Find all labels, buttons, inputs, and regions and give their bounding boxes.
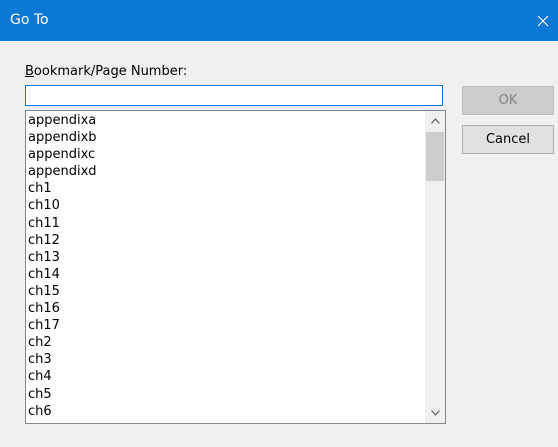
list-item[interactable]: appendixd: [26, 163, 424, 180]
title-bar: Go To: [0, 0, 558, 41]
label-text: ookmark/Page Number:: [33, 64, 188, 79]
list-item[interactable]: ch10: [26, 197, 424, 214]
list-item[interactable]: ch5: [26, 386, 424, 403]
bookmark-page-number-label: Bookmark/Page Number:: [25, 64, 187, 79]
list-item[interactable]: ch6: [26, 403, 424, 420]
go-to-dialog: Go To Bookmark/Page Number: appendixa app…: [0, 0, 558, 447]
list-item[interactable]: ch2: [26, 334, 424, 351]
list-item[interactable]: ch14: [26, 266, 424, 283]
label-accelerator: B: [25, 64, 34, 79]
list-item[interactable]: ch17: [26, 317, 424, 334]
list-item[interactable]: appendixc: [26, 146, 424, 163]
list-item[interactable]: appendixb: [26, 129, 424, 146]
list-item[interactable]: ch11: [26, 215, 424, 232]
list-item[interactable]: ch4: [26, 368, 424, 385]
close-icon: [537, 15, 549, 26]
bookmark-list-items: appendixa appendixb appendixc appendixd ch1 c…: [26, 111, 424, 420]
ok-button[interactable]: OK: [462, 86, 554, 115]
scroll-up-button[interactable]: [425, 111, 445, 131]
list-scrollbar[interactable]: [425, 111, 445, 423]
cancel-button[interactable]: Cancel: [462, 125, 554, 154]
bookmark-page-number-input[interactable]: [25, 85, 443, 106]
list-item[interactable]: ch16: [26, 300, 424, 317]
scroll-down-button[interactable]: [425, 403, 445, 423]
list-item[interactable]: appendixa: [26, 112, 424, 129]
list-item[interactable]: ch15: [26, 283, 424, 300]
list-item[interactable]: ch3: [26, 351, 424, 368]
list-item[interactable]: ch13: [26, 249, 424, 266]
chevron-down-icon: [430, 410, 440, 416]
scroll-thumb[interactable]: [426, 132, 444, 181]
list-item[interactable]: ch1: [26, 180, 424, 197]
chevron-up-icon: [430, 118, 440, 124]
bookmark-list[interactable]: appendixa appendixb appendixc appendixd ch1 c…: [25, 110, 446, 424]
window-title: Go To: [10, 12, 49, 28]
close-button[interactable]: [528, 0, 558, 41]
list-item[interactable]: ch12: [26, 232, 424, 249]
